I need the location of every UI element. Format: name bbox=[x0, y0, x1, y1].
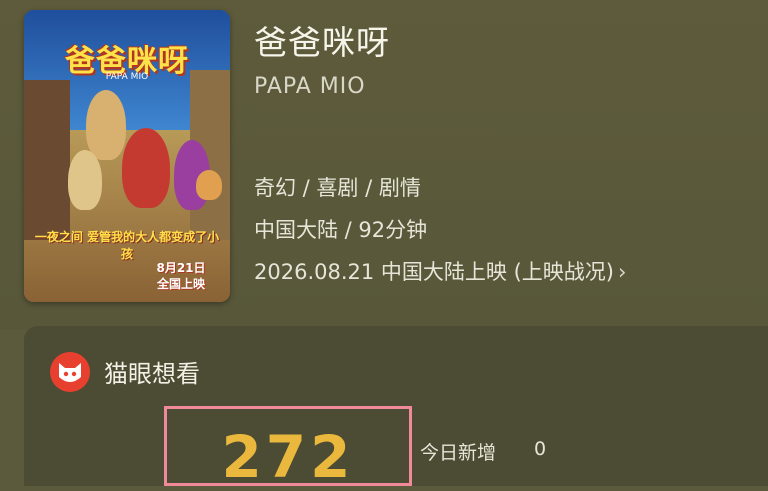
poster-building-left bbox=[24, 80, 70, 240]
maoyan-cat-icon bbox=[50, 352, 90, 392]
movie-region-duration: 中国大陆 / 92分钟 bbox=[254, 218, 428, 242]
poster-figure-boy bbox=[122, 128, 170, 208]
movie-english-title: PAPA MIO bbox=[254, 74, 366, 99]
maoyan-want-label: 猫眼想看 bbox=[104, 360, 200, 388]
poster-tagline: 一夜之间 爱管我的大人都变成了小孩 bbox=[34, 230, 220, 261]
poster-release-date: 8月21日 全国上映 bbox=[146, 260, 216, 292]
movie-poster[interactable]: 爸爸咪呀 PAPA MIO 一夜之间 爱管我的大人都变成了小孩 8月21日 全国… bbox=[24, 10, 230, 302]
today-new-label: 今日新增 bbox=[420, 442, 497, 464]
poster-figure-father bbox=[86, 90, 126, 160]
poster-dog bbox=[196, 170, 222, 200]
release-info-text: 2026.08.21 中国大陆上映 (上映战况) bbox=[254, 260, 614, 284]
poster-subtitle: PAPA MIO bbox=[105, 72, 149, 82]
poster-date-line2: 全国上映 bbox=[156, 277, 205, 291]
want-count-highlight: 272 bbox=[164, 406, 412, 491]
release-info-link[interactable]: 2026.08.21 中国大陆上映 (上映战况) › bbox=[254, 256, 626, 286]
movie-genres: 奇幻 / 喜剧 / 剧情 bbox=[254, 176, 421, 200]
poster-date-line1: 8月21日 bbox=[156, 261, 206, 275]
movie-title: 爸爸咪呀 bbox=[254, 23, 390, 62]
today-new-value: 0 bbox=[534, 438, 547, 460]
poster-figure-kid-left bbox=[68, 150, 102, 210]
chevron-right-icon: › bbox=[617, 260, 627, 284]
want-count: 272 bbox=[221, 423, 355, 491]
